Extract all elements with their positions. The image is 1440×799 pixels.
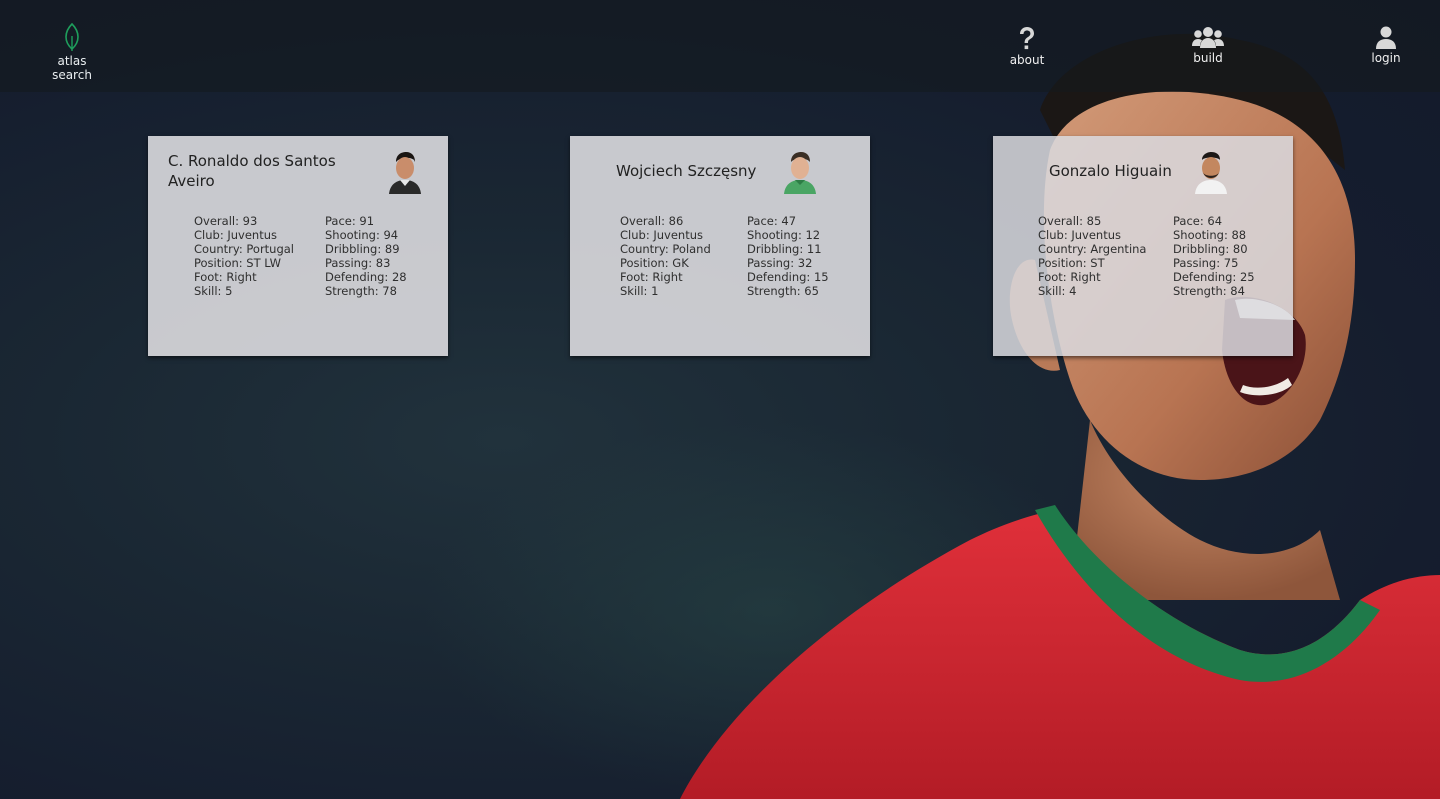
stat-shooting: Shooting: 94 [325,228,399,242]
stat-dribbling: Dribbling: 11 [747,242,822,256]
stat-overall: Overall: 93 [194,214,258,228]
stat-club: Club: Juventus [194,228,277,242]
stat-shooting: Shooting: 88 [1173,228,1247,242]
brand-label: atlas search [52,54,92,82]
nav-login-label: login [1371,51,1401,65]
nav-build-link[interactable]: build [1178,26,1238,65]
users-icon [1192,27,1224,48]
stat-club: Club: Juventus [620,228,703,242]
stat-overall: Overall: 86 [620,214,684,228]
question-icon [1020,27,1034,50]
leaf-icon [65,22,79,51]
stat-club: Club: Juventus [1038,228,1121,242]
stat-country: Country: Argentina [1038,242,1147,256]
player-avatar [1195,152,1227,194]
brand-logo-link[interactable]: atlas search [40,22,104,82]
stat-pace: Pace: 47 [747,214,797,228]
nav-about-link[interactable]: about [997,26,1057,67]
stat-overall: Overall: 85 [1038,214,1102,228]
stat-strength: Strength: 65 [747,284,819,298]
stat-country: Country: Poland [620,242,711,256]
stat-country: Country: Portugal [194,242,295,256]
nav-about-label: about [1009,53,1045,67]
player-stats-info: Overall: 85 Club: Juventus Country: Arge… [1038,214,1146,298]
stat-passing: Passing: 32 [747,256,813,270]
stat-skill: Skill: 4 [1038,284,1077,298]
stat-skill: Skill: 1 [620,284,659,298]
player-card[interactable]: C. Ronaldo dos Santos Aveiro Overall: 93… [148,136,448,356]
stat-passing: Passing: 75 [1173,256,1239,270]
player-card[interactable]: Gonzalo Higuain Overall: 85 Club: Juvent… [993,136,1293,356]
stat-dribbling: Dribbling: 80 [1173,242,1248,256]
player-stats-info: Overall: 93 Club: Juventus Country: Port… [194,214,294,298]
nav-login-link[interactable]: login [1356,26,1416,65]
player-avatar [784,152,816,194]
player-card[interactable]: Wojciech Szczęsny Overall: 86 Club: Juve… [570,136,870,356]
stat-foot: Foot: Right [620,270,683,284]
stat-defending: Defending: 28 [325,270,407,284]
page: atlas search about build login C. Ronald… [0,0,1440,799]
stat-pace: Pace: 91 [325,214,375,228]
stat-strength: Strength: 78 [325,284,397,298]
stat-shooting: Shooting: 12 [747,228,821,242]
user-icon [1376,26,1396,49]
stat-foot: Foot: Right [1038,270,1101,284]
nav-build-label: build [1193,51,1223,65]
stat-strength: Strength: 84 [1173,284,1245,298]
stat-defending: Defending: 25 [1173,270,1255,284]
hero-player-image [680,33,1440,799]
stat-defending: Defending: 15 [747,270,829,284]
player-stats-attributes: Pace: 91 Shooting: 94 Dribbling: 89 Pass… [325,214,407,298]
stat-position: Position: GK [620,256,689,270]
player-stats-attributes: Pace: 64 Shooting: 88 Dribbling: 80 Pass… [1173,214,1255,298]
player-avatar [389,152,421,194]
player-name: C. Ronaldo dos Santos Aveiro [168,152,336,190]
stat-passing: Passing: 83 [325,256,391,270]
stat-position: Position: ST [1038,256,1105,270]
stat-pace: Pace: 64 [1173,214,1223,228]
player-stats-info: Overall: 86 Club: Juventus Country: Pola… [620,214,711,298]
stat-foot: Foot: Right [194,270,257,284]
stat-dribbling: Dribbling: 89 [325,242,400,256]
stat-skill: Skill: 5 [194,284,233,298]
player-stats-attributes: Pace: 47 Shooting: 12 Dribbling: 11 Pass… [747,214,829,298]
stat-position: Position: ST LW [194,256,282,270]
